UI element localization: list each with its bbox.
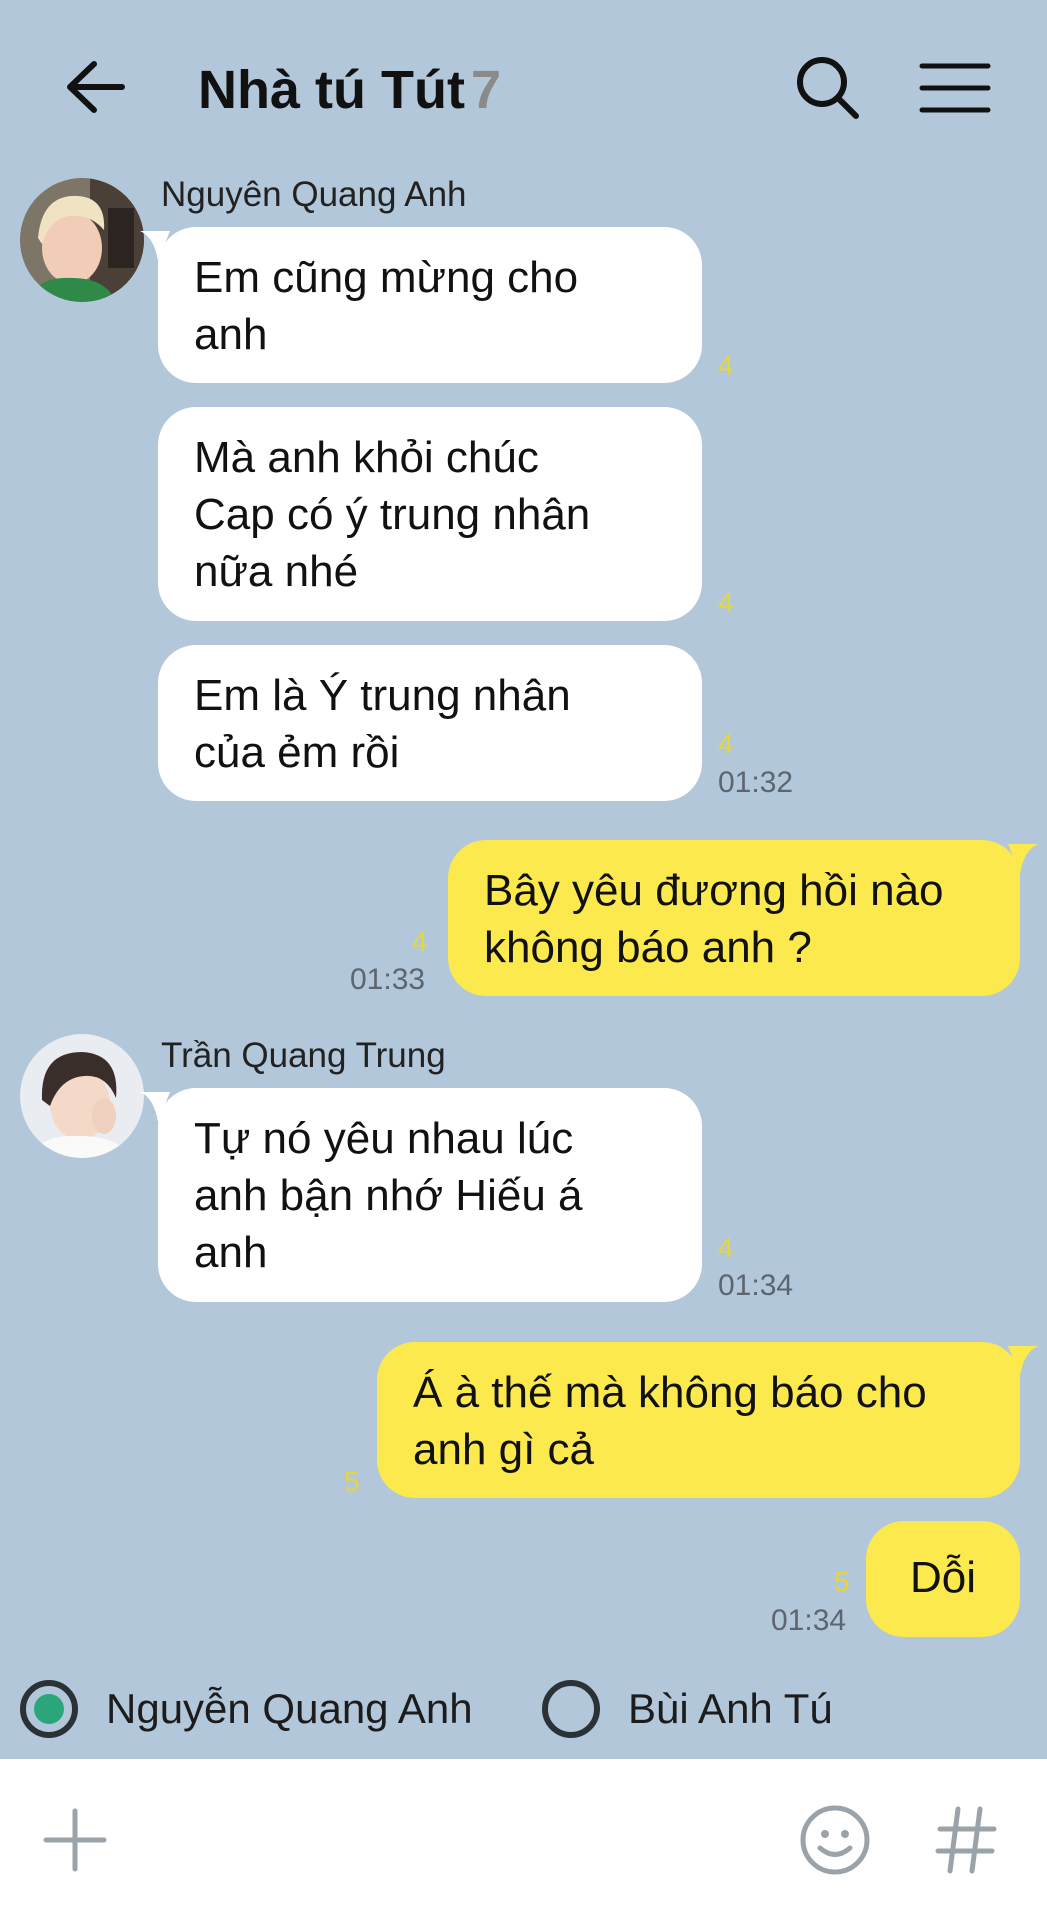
message-bubble[interactable]: Mà anh khỏi chúc Cap có ý trung nhân nữa… [158,407,702,621]
message-line: anh bận nhớ Hiếu á [194,1171,583,1220]
message-line: Mà anh khỏi chúc [194,433,539,482]
search-button[interactable] [792,52,862,122]
avatar-tran-quang-trung[interactable] [20,1034,144,1158]
message-line: anh [194,1228,268,1277]
radio-label[interactable]: Bùi Anh Tú [628,1680,833,1738]
message-line: Dỗi [909,1553,977,1602]
message-bubble[interactable]: Em là Ý trung nhân của ẻm rồi [158,645,702,801]
message-line: anh [194,310,268,359]
my-message-bubble[interactable]: Bây yêu đương hồi nào không báo anh ? [448,840,1038,996]
unread-count: 5 [834,1566,850,1597]
message-time: 01:32 [718,766,794,799]
avatar-nguyen-quang-anh[interactable] [20,178,144,302]
message-time: 01:34 [718,1269,794,1302]
message-line: Bây yêu đương hồi nào [484,866,944,915]
unread-count: 4 [718,1232,734,1263]
unread-count: 4 [718,728,734,759]
message-time: 01:33 [350,963,426,996]
menu-button[interactable] [918,52,992,122]
message-line: Cap có ý trung nhân [194,490,591,539]
input-bar [0,1759,1047,1920]
message-bubble[interactable]: Em cũng mừng cho anh [140,227,702,383]
bubble-tail [140,231,170,261]
sender-name: Trần Quang Trung [161,1036,446,1075]
my-message-bubble[interactable]: Dỗi [866,1521,1020,1637]
unread-count: 5 [344,1466,360,1497]
unread-count: 4 [718,587,734,618]
message-line: Tự nó yêu nhau lúc [194,1114,574,1163]
message-line: Em là Ý trung nhân [194,671,571,720]
message-time: 01:34 [771,1604,847,1637]
bubble-tail [140,1092,170,1122]
arrow-left-icon [67,61,125,113]
message-line: không báo anh ? [484,923,812,972]
member-count: 7 [470,60,501,120]
my-message-bubble[interactable]: Á à thế mà không báo cho anh gì cả [377,1342,1038,1498]
search-icon [797,57,859,119]
bubble-tail [1008,844,1038,874]
sender-name: Nguyên Quang Anh [161,175,467,214]
message-line: của ẻm rồi [194,728,400,777]
unread-count: 4 [718,350,734,381]
message-line: Á à thế mà không báo cho [413,1368,927,1417]
radio-nguyen-quang-anh[interactable] [20,1680,78,1738]
radio-bui-anh-tu[interactable] [542,1680,600,1738]
message-line: anh gì cả [413,1425,595,1474]
plus-icon [43,1808,107,1872]
chat-title: Nhà tú Tút 7 [198,55,501,125]
message-bubble[interactable]: Tự nó yêu nhau lúc anh bận nhớ Hiếu á an… [140,1088,702,1302]
message-line: nữa nhé [194,547,359,596]
radio-label[interactable]: Nguyễn Quang Anh [106,1680,473,1738]
hashtag-button[interactable] [934,1803,998,1877]
bubble-tail [1008,1346,1038,1376]
unread-count: 4 [412,926,428,957]
message-line: Em cũng mừng cho [194,253,579,302]
back-button[interactable] [60,52,130,122]
emoji-icon [800,1805,870,1875]
chat-title-text: Nhà tú Tút [198,60,465,120]
hashtag-icon [935,1806,997,1874]
emoji-button[interactable] [798,1803,872,1877]
hamburger-menu-icon [919,63,991,113]
add-button[interactable] [42,1807,108,1873]
